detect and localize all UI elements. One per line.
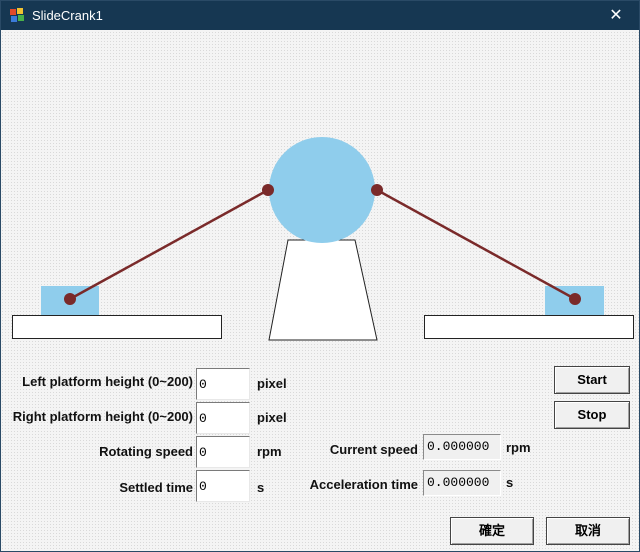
acceleration-time-display: 0.000000 xyxy=(423,470,501,496)
right-crank-joint xyxy=(371,184,383,196)
app-icon xyxy=(10,8,24,22)
settled-time-label: Settled time xyxy=(119,480,193,495)
left-platform-height-label: Left platform height (0~200) xyxy=(22,374,193,389)
cancel-button[interactable]: 取消 xyxy=(546,517,630,545)
right-platform xyxy=(424,315,634,339)
acceleration-time-unit: s xyxy=(506,475,514,490)
current-speed-display: 0.000000 xyxy=(423,434,501,460)
title-bar[interactable]: SlideCrank1 ✕ xyxy=(1,1,639,30)
settled-time-unit: s xyxy=(257,480,265,495)
left-slider-joint xyxy=(64,293,76,305)
close-button[interactable]: ✕ xyxy=(593,1,639,30)
left-platform-height-input[interactable] xyxy=(196,368,250,400)
window-title: SlideCrank1 xyxy=(32,8,103,23)
start-button[interactable]: Start xyxy=(554,366,630,394)
settled-time-input[interactable] xyxy=(196,470,250,502)
right-platform-height-label: Right platform height (0~200) xyxy=(12,409,193,424)
close-icon: ✕ xyxy=(609,7,623,24)
ok-button[interactable]: 確定 xyxy=(450,517,534,545)
rotating-speed-label: Rotating speed xyxy=(99,444,193,459)
right-connecting-rod xyxy=(376,188,576,301)
current-speed-label: Current speed xyxy=(329,442,418,457)
app-window: SlideCrank1 ✕ Left platform height (0~20… xyxy=(0,0,640,552)
slider-crank-scene xyxy=(12,137,634,341)
right-platform-height-unit: pixel xyxy=(257,410,287,425)
rotating-speed-unit: rpm xyxy=(257,444,282,459)
crank-pedestal xyxy=(268,239,378,341)
right-slider-joint xyxy=(569,293,581,305)
acceleration-time-label: Acceleration time xyxy=(309,477,418,492)
left-connecting-rod xyxy=(69,188,269,301)
stop-button[interactable]: Stop xyxy=(554,401,630,429)
left-crank-joint xyxy=(262,184,274,196)
left-platform xyxy=(12,315,222,339)
crank-disc xyxy=(269,137,375,243)
left-platform-height-unit: pixel xyxy=(257,376,287,391)
rotating-speed-input[interactable] xyxy=(196,436,250,468)
right-platform-height-input[interactable] xyxy=(196,402,250,434)
current-speed-unit: rpm xyxy=(506,440,531,455)
